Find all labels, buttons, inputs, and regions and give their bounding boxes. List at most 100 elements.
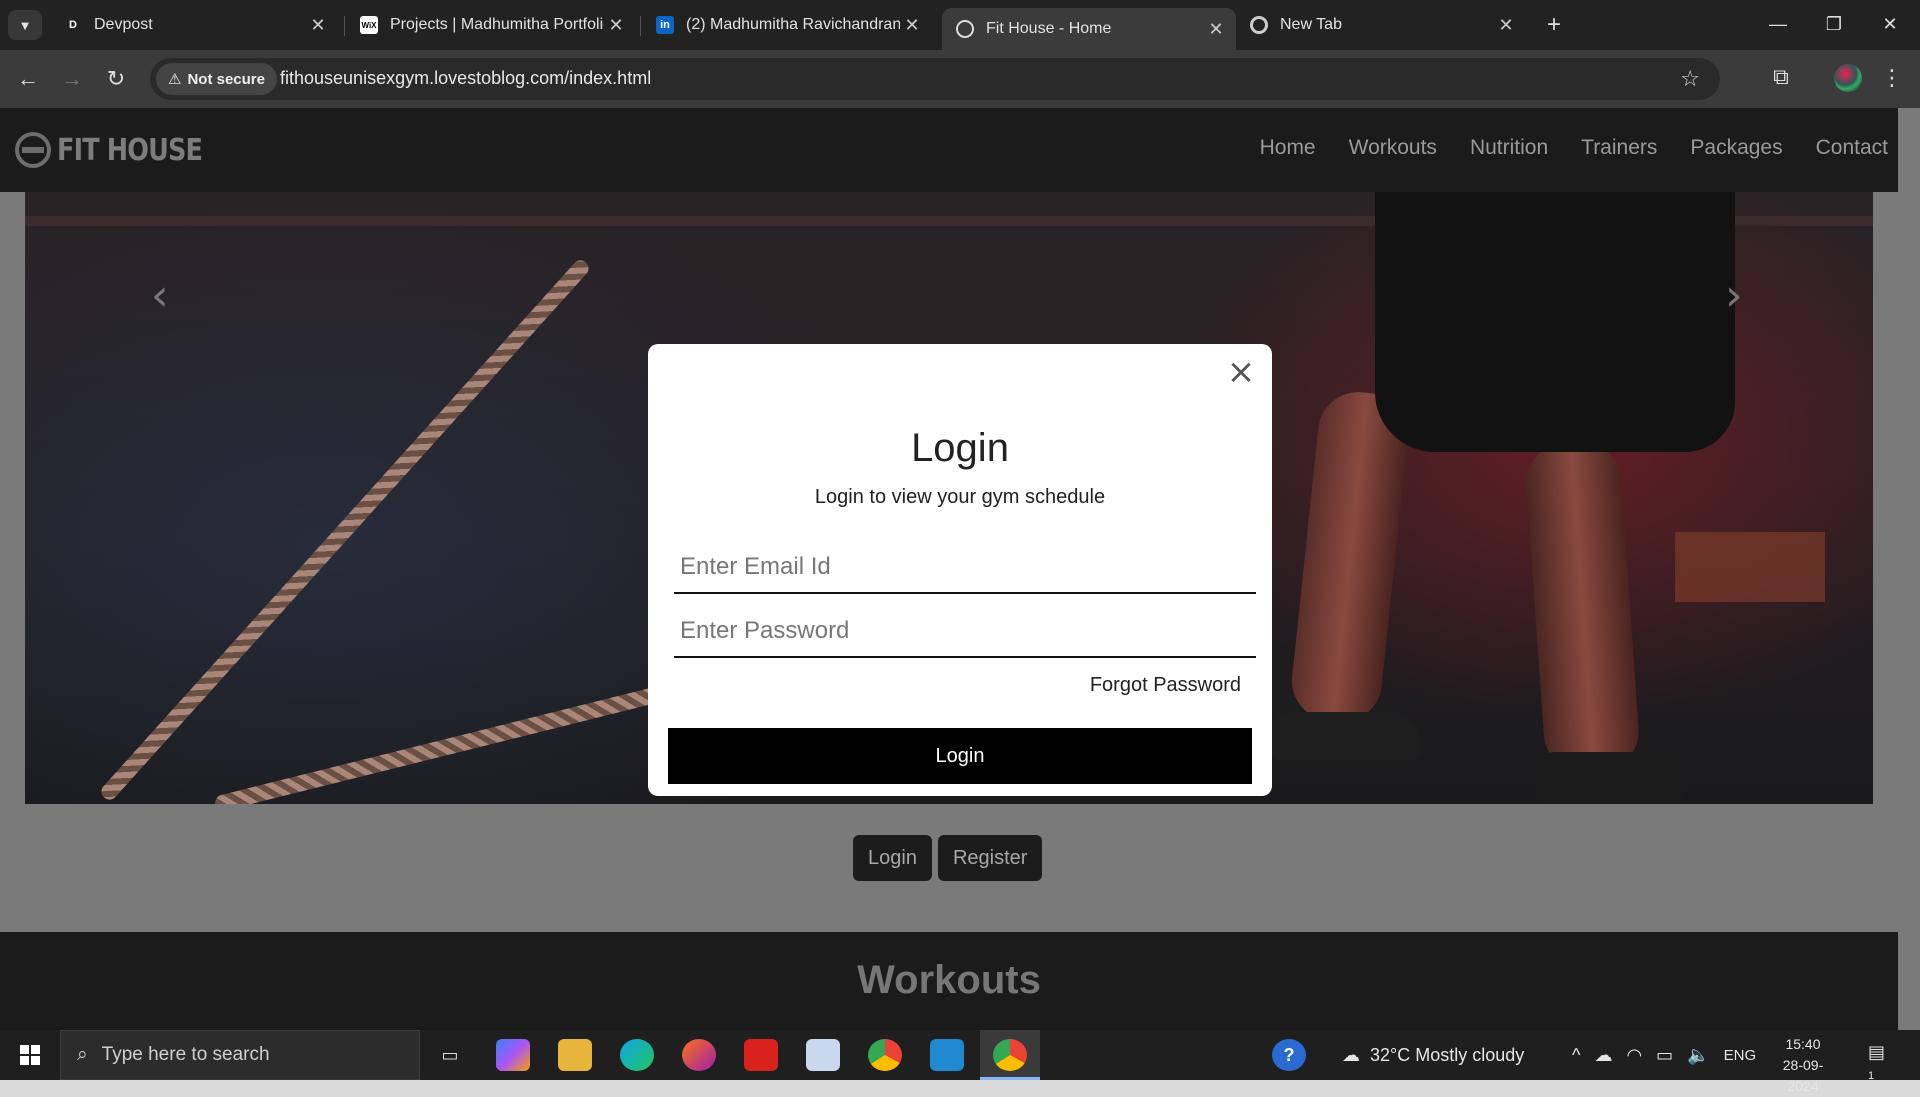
chrome-active-icon[interactable] [993, 1039, 1027, 1071]
forward-button[interactable]: → [56, 63, 88, 95]
task-view-icon[interactable]: ▭ [433, 1039, 467, 1071]
show-hidden-icons-icon[interactable]: ^ [1572, 1045, 1580, 1066]
close-tab-icon[interactable]: ✕ [306, 13, 330, 37]
tab-linkedin[interactable]: in (2) Madhumitha Ravichandran | ✕ [642, 8, 932, 42]
close-tab-icon[interactable]: ✕ [1204, 17, 1228, 41]
tab-search-button[interactable]: ▼ [8, 10, 42, 40]
site-logo[interactable]: FIT HOUSE [15, 132, 228, 168]
forgot-password-link[interactable]: Forgot Password [1090, 674, 1241, 697]
chrome-icon [1250, 16, 1268, 34]
open-login-button[interactable]: Login [853, 835, 932, 881]
restore-button[interactable]: ❐ [1806, 8, 1862, 40]
modal-title: Login [911, 426, 1009, 470]
site-header: FIT HOUSE Home Workouts Nutrition Traine… [0, 108, 1920, 192]
tab-title: New Tab [1280, 16, 1342, 33]
windows-logo-icon [20, 1045, 40, 1065]
start-button[interactable] [0, 1030, 60, 1080]
carousel-prev-icon[interactable]: ‹ [151, 270, 169, 321]
site-nav: Home Workouts Nutrition Trainers Package… [1260, 136, 1888, 160]
tab-separator [640, 16, 641, 36]
clock[interactable]: 15:40 28-09-2024 [1768, 1034, 1838, 1097]
bookmark-star-icon[interactable]: ☆ [1680, 66, 1700, 92]
devpost-favicon-icon: D [64, 16, 82, 34]
onedrive-icon[interactable]: ☁ [1594, 1045, 1612, 1066]
email-field[interactable] [674, 542, 1256, 594]
nav-workouts[interactable]: Workouts [1349, 136, 1437, 160]
notification-icon: ▤ [1868, 1042, 1886, 1062]
login-submit-button[interactable]: Login [668, 728, 1252, 784]
tab-new-tab[interactable]: New Tab ✕ [1236, 8, 1526, 42]
volume-icon[interactable]: 🔈 [1687, 1045, 1709, 1066]
minimize-button[interactable]: — [1750, 8, 1806, 40]
athlete-shoe-decoration [1270, 712, 1420, 760]
taskbar-search[interactable]: ⌕ Type here to search [60, 1030, 420, 1080]
file-explorer-icon[interactable] [558, 1039, 592, 1071]
close-tab-icon[interactable]: ✕ [1494, 13, 1518, 37]
tab-title: (2) Madhumitha Ravichandran | [686, 16, 900, 33]
athlete-leg-decoration [1523, 439, 1642, 775]
back-button[interactable]: ← [12, 63, 44, 95]
carousel-next-icon[interactable]: › [1725, 270, 1743, 321]
web-page: FIT HOUSE Home Workouts Nutrition Traine… [0, 108, 1920, 1030]
logo-text: FIT HOUSE [57, 132, 203, 168]
tab-title: Fit House - Home [986, 20, 1112, 37]
close-tab-icon[interactable]: ✕ [900, 13, 924, 37]
battery-icon[interactable]: ▭ [1656, 1045, 1673, 1066]
close-icon[interactable]: × [1226, 355, 1256, 389]
workouts-section: Workouts [0, 932, 1898, 1030]
browser-menu-icon[interactable]: ⋮ [1880, 62, 1904, 94]
clock-date: 28-09-2024 [1782, 1057, 1824, 1094]
taskbar-search-placeholder: Type here to search [101, 1044, 270, 1065]
clock-time: 15:40 [1785, 1036, 1821, 1052]
tab-title: Devpost [94, 16, 153, 33]
tab-portfolio[interactable]: WiX Projects | Madhumitha Portfolio ✕ [346, 8, 636, 42]
new-tab-button[interactable]: + [1538, 11, 1570, 39]
globe-icon [956, 20, 974, 38]
url-text[interactable]: fithouseunisexgym.lovestoblog.com/index.… [280, 68, 651, 89]
weather-widget[interactable]: ☁ 32°C Mostly cloudy [1342, 1030, 1524, 1080]
address-bar[interactable]: ⚠ Not secure fithouseunisexgym.lovestobl… [150, 58, 1720, 100]
nav-packages[interactable]: Packages [1690, 136, 1782, 160]
page-scrollbar[interactable] [1898, 108, 1920, 1030]
dumbbell-logo-icon [15, 132, 51, 168]
tab-fit-house[interactable]: Fit House - Home ✕ [942, 8, 1236, 50]
password-field[interactable] [674, 606, 1256, 658]
edge-icon[interactable] [620, 1039, 654, 1071]
plus-icon: + [1546, 11, 1561, 38]
close-tab-icon[interactable]: ✕ [604, 13, 628, 37]
open-register-button[interactable]: Register [937, 835, 1043, 881]
restore-icon: ❐ [1825, 13, 1843, 34]
nav-home[interactable]: Home [1260, 136, 1316, 160]
vscode-icon[interactable] [930, 1039, 964, 1071]
modal-subtitle: Login to view your gym schedule [814, 486, 1106, 508]
wifi-icon[interactable]: ◠ [1626, 1045, 1642, 1066]
wix-favicon-icon: WiX [360, 16, 378, 34]
close-window-button[interactable]: ✕ [1862, 8, 1918, 40]
profile-avatar[interactable] [1834, 64, 1862, 92]
nav-contact[interactable]: Contact [1816, 136, 1888, 160]
nav-nutrition[interactable]: Nutrition [1470, 136, 1548, 160]
photos-icon[interactable] [806, 1039, 840, 1071]
close-icon: ✕ [1882, 13, 1898, 34]
help-icon[interactable]: ? [1272, 1039, 1306, 1071]
security-chip[interactable]: ⚠ Not secure [156, 63, 277, 95]
chrome-icon[interactable] [868, 1039, 902, 1071]
nav-trainers[interactable]: Trainers [1581, 136, 1657, 160]
copilot-icon[interactable] [496, 1039, 530, 1071]
firefox-icon[interactable] [682, 1039, 716, 1071]
acrobat-icon[interactable] [744, 1039, 778, 1071]
athlete-shorts-decoration [1375, 192, 1735, 452]
tab-title: Projects | Madhumitha Portfolio [390, 16, 604, 33]
auth-buttons: Login Register [853, 835, 1043, 881]
notifications-button[interactable]: ▤ 1 [1868, 1042, 1896, 1082]
tab-devpost[interactable]: D Devpost ✕ [50, 8, 338, 42]
extensions-puzzle-icon[interactable]: ⧉ [1766, 62, 1796, 92]
athlete-shoe-decoration [1535, 752, 1685, 804]
reload-icon: ↻ [106, 66, 126, 91]
reload-button[interactable]: ↻ [100, 63, 132, 95]
login-modal: × Login Login to view your gym schedule … [648, 344, 1272, 796]
cloud-icon: ☁ [1342, 1044, 1360, 1065]
windows-taskbar: ⌕ Type here to search ▭ ? ☁ 32°C Mostly … [0, 1030, 1920, 1094]
language-indicator[interactable]: ENG [1724, 1047, 1757, 1064]
weather-text: 32°C Mostly cloudy [1370, 1044, 1525, 1065]
